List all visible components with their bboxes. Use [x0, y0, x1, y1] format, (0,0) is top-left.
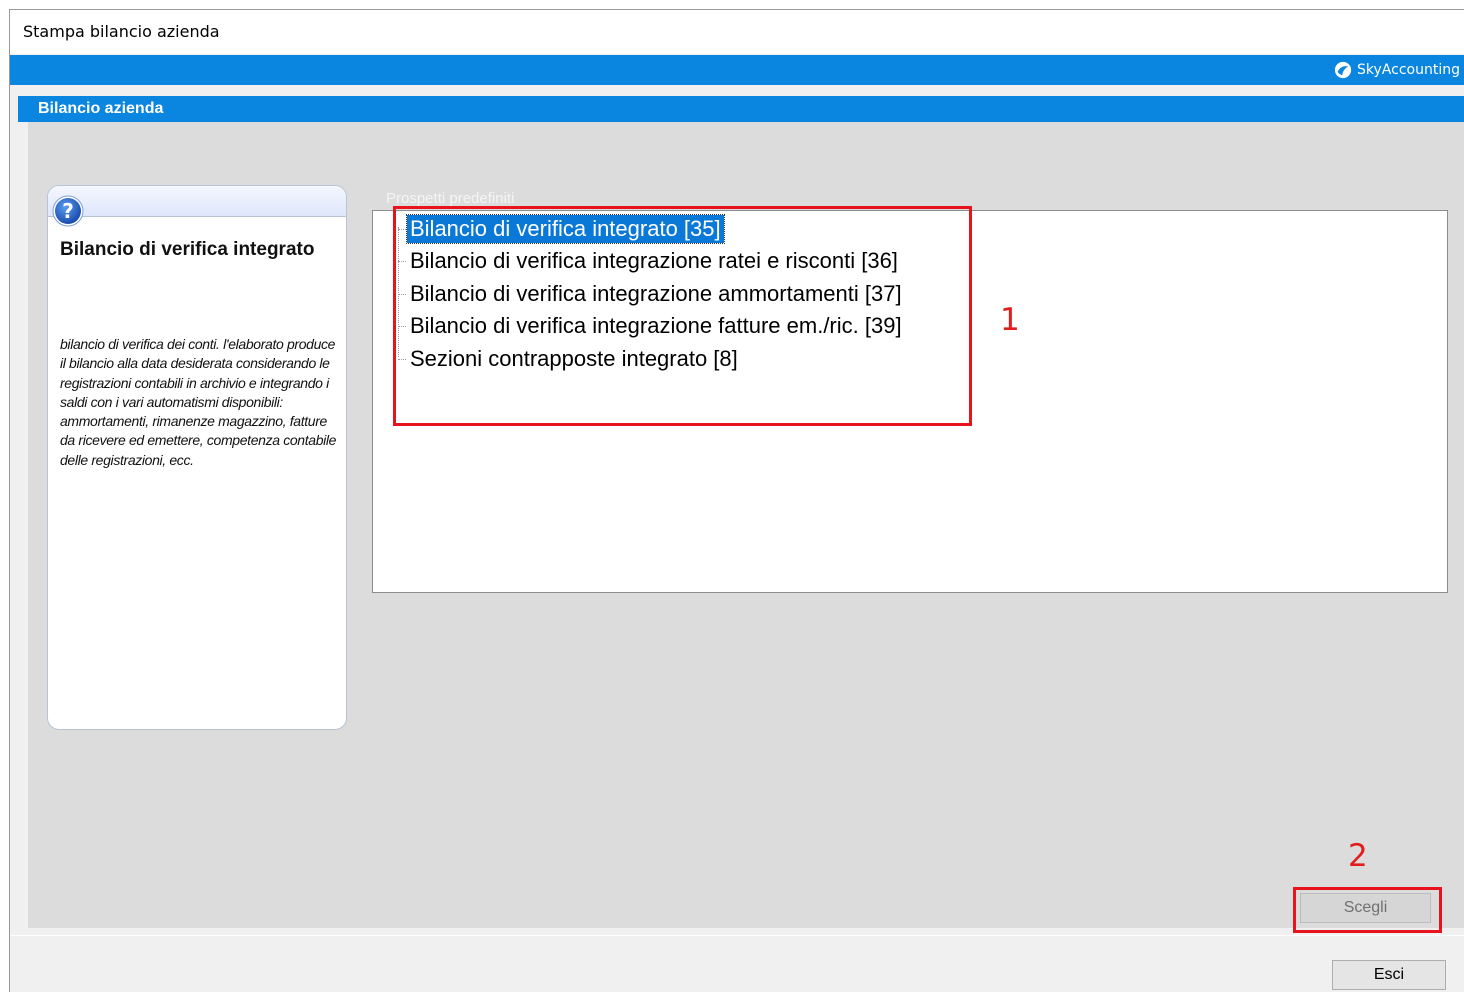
section-title: Bilancio azienda: [38, 100, 164, 117]
annotation-highlight-list: [393, 206, 972, 426]
svg-text:?: ?: [62, 199, 74, 223]
title-bar: Stampa bilancio azienda: [10, 10, 1464, 54]
footer-bar: Esci: [10, 935, 1464, 992]
app-window: Stampa bilancio azienda SkyAccounting Bi…: [9, 9, 1464, 992]
help-description: bilancio di verifica dei conti. l'elabor…: [60, 336, 337, 468]
help-panel-header: [48, 186, 346, 217]
annotation-number-1: 1: [1000, 302, 1020, 338]
section-header: Bilancio azienda: [18, 96, 1464, 122]
window-title: Stampa bilancio azienda: [23, 22, 220, 41]
help-title: Bilancio di verifica integrato: [60, 239, 315, 260]
window-left-margin: [0, 0, 9, 991]
main-content: Bilancio di verifica integrato bilancio …: [28, 122, 1464, 933]
annotation-number-2: 2: [1348, 838, 1368, 874]
help-panel: Bilancio di verifica integrato bilancio …: [47, 185, 347, 730]
brand-bar: SkyAccounting: [10, 55, 1464, 85]
brand-name: SkyAccounting: [1357, 62, 1460, 78]
skyaccounting-logo-icon: [1334, 61, 1352, 79]
brand: SkyAccounting: [1334, 61, 1460, 79]
question-mark-icon: ?: [52, 195, 84, 227]
esci-button[interactable]: Esci: [1332, 960, 1446, 990]
scegli-button[interactable]: Scegli: [1300, 893, 1431, 923]
list-group-label: Prospetti predefiniti: [386, 190, 515, 207]
